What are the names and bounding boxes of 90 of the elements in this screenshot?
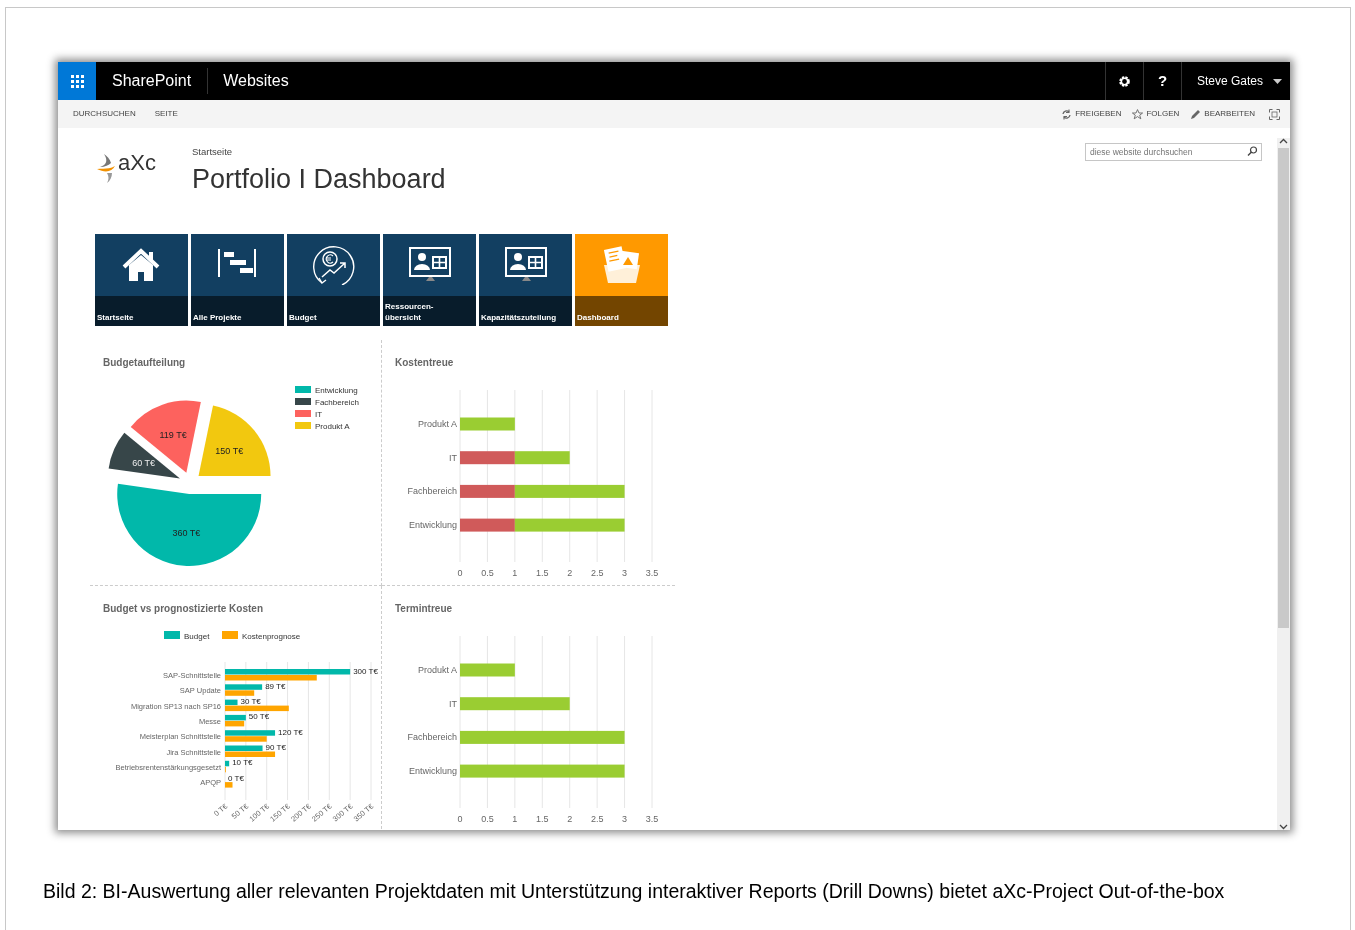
pencil-icon [1190,108,1202,120]
legend-swatch [295,410,311,417]
axis-label: 2.5 [590,814,604,824]
legend-label: Entwicklung [315,385,358,395]
data-label: 89 T€ [265,681,286,691]
chevron-down-icon[interactable] [1279,824,1288,830]
category-label: IT [449,698,457,709]
logo-text: aXc [118,152,156,174]
bar [460,663,515,677]
data-label: 60 T€ [132,457,156,468]
brand-name: SharePoint [96,68,209,94]
axis-label: 2 [567,814,573,824]
dashboard-tile[interactable]: Kapazitätszuteilung [479,234,572,326]
sync-icon [1061,108,1073,120]
websites-link[interactable]: Websites [208,62,304,100]
ribbon-tab[interactable]: SEITE [154,108,178,120]
chart-title: Budgetaufteilung [103,356,186,370]
app-launcher-button[interactable] [58,62,96,100]
waffle-icon [70,74,84,88]
legend-swatch [295,386,311,393]
category-label: Entwicklung [408,766,457,777]
dashboard-tile[interactable]: Startseite [95,234,188,326]
axis-label: 0.5 [481,568,494,578]
data-label: 0 T€ [228,773,244,783]
chart-title: Kostentreue [395,356,454,370]
bar [460,417,515,431]
data-label: 360 T€ [172,528,201,539]
dashboard-tile[interactable]: Budget [287,234,380,326]
bar [460,451,515,465]
chevron-up-icon[interactable] [1279,138,1288,144]
data-label: 120 T€ [278,727,303,737]
focus-mode-icon[interactable] [1269,108,1280,120]
ribbon-action[interactable]: FOLGEN [1132,108,1180,120]
data-label: 90 T€ [265,743,286,752]
caret-icon [1273,78,1282,84]
legend-label: Produkt A [315,421,350,431]
axis-label: 0 [457,568,463,578]
dashboard-tile[interactable]: Alle Projekte [191,234,284,326]
search-icon[interactable] [1246,146,1259,157]
axis-label: 3 [622,814,628,824]
figure-caption: Bild 2: BI-Auswertung aller relevanten Projektdaten mit Unterstützung interaktiver Reports (Drill Downs) bietet aXc-Project Out-of-the-box [43,879,1225,904]
category-label: Produkt A [417,419,457,429]
legend-label: Fachbereich [315,397,360,407]
chart-title: Budget vs prognostizierte Kosten [103,602,263,616]
legend-swatch [295,398,311,405]
legend-label: Budget [184,631,210,641]
chart-title: Termintreue [395,602,453,616]
data-label: 50 T€ [248,712,270,722]
category-label: Entwicklung [408,520,457,531]
search-field[interactable]: diese website durchsuchen [1085,143,1262,161]
axis-label: 0.5 [481,814,494,824]
data-label: 10 T€ [232,758,253,768]
ribbon-action[interactable]: BEARBEITEN [1190,108,1255,120]
axis-label: 2.5 [590,568,604,578]
data-label: 150 T€ [215,446,244,457]
legend-swatch [164,631,180,639]
legend-label: IT [315,409,323,419]
scrollbar-thumb[interactable] [1278,148,1289,628]
dashboard-tile[interactable]: Ressourcen- übersicht [383,234,476,326]
data-label: 300 T€ [353,666,378,676]
legend-swatch [295,422,311,429]
page-title: Portfolio I Dashboard [192,163,446,196]
axis-label: 3 [622,568,628,578]
legend-swatch [222,631,238,639]
data-label: 119 T€ [159,430,187,441]
settings-icon [1118,74,1131,88]
axis-label: 1.5 [536,568,549,578]
coin-growth-icon [311,245,356,285]
axis-label: 1.5 [536,814,549,824]
axis-label: 1 [512,568,518,578]
star-icon [1132,108,1144,120]
breadcrumb-link[interactable]: Startseite [192,145,446,160]
dashboard-tile[interactable]: Dashboard [575,234,668,326]
scrollbar[interactable] [1277,138,1290,830]
ribbon-action[interactable]: FREIGEBEN [1061,108,1122,120]
category-label: Fachbereich [407,732,457,743]
axis-label: 1 [512,814,518,824]
data-label: 30 T€ [240,697,261,707]
axis-label: 0 [457,814,463,824]
axis-label: 3.5 [645,814,659,824]
axis-label: 3.5 [645,568,659,578]
axis-label: 2 [567,568,573,578]
category-label: IT [449,452,457,463]
logo-mark-icon [97,154,115,183]
bar [225,782,233,788]
category-label: Fachbereich [407,486,457,497]
bar [514,451,570,465]
category-label: Produkt A [417,665,457,675]
legend-label: Kostenprognose [242,631,301,641]
ribbon-tab[interactable]: DURCHSUCHEN [73,108,136,120]
